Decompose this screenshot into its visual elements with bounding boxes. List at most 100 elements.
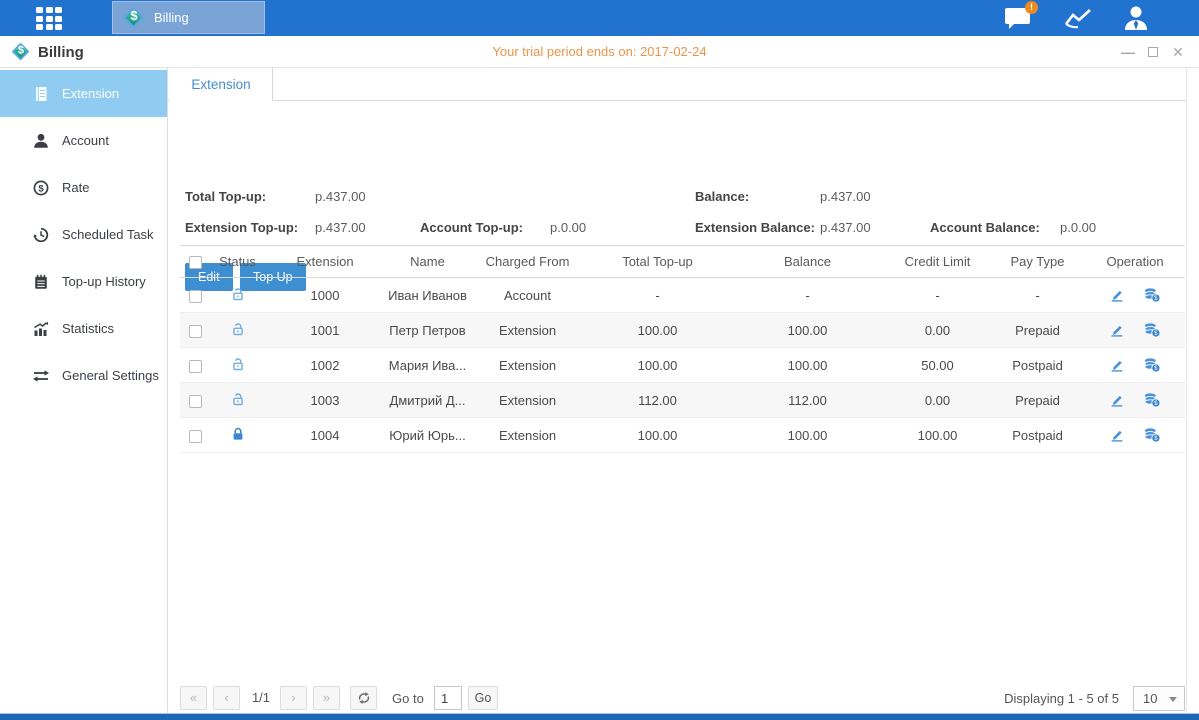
taskbar-tab-label: Billing xyxy=(154,10,189,25)
messages-icon[interactable]: ! xyxy=(1001,4,1035,32)
edit-pencil-icon[interactable] xyxy=(1109,392,1125,408)
transfer-arrows-icon xyxy=(32,367,50,385)
maximize-icon[interactable] xyxy=(1146,45,1160,59)
goto-page-input[interactable] xyxy=(434,686,462,710)
sidebar-item-account[interactable]: Account xyxy=(0,117,167,164)
col-pay-type: Pay Type xyxy=(990,246,1085,278)
sidebar-item-topup-history[interactable]: Top-up History xyxy=(0,258,167,305)
locked-icon[interactable] xyxy=(230,426,246,442)
notebook-icon xyxy=(32,273,50,291)
tab-bar: Extension xyxy=(168,68,1186,101)
svg-text:$: $ xyxy=(1154,330,1158,337)
svg-text:$: $ xyxy=(1154,435,1158,442)
row-checkbox[interactable] xyxy=(189,325,202,338)
total-topup-label: Total Top-up: xyxy=(185,189,266,204)
table-row: 1002 Мария Ива... Extension 100.00 100.0… xyxy=(180,348,1185,383)
goto-label: Go to xyxy=(392,691,424,706)
svg-text:$: $ xyxy=(38,183,44,194)
refresh-button[interactable] xyxy=(350,686,377,710)
sidebar-item-label: Extension xyxy=(62,86,119,101)
extension-balance-value: p.437.00 xyxy=(820,220,871,235)
user-account-icon[interactable] xyxy=(1119,4,1153,32)
user-icon xyxy=(32,132,50,150)
account-balance-label: Account Balance: xyxy=(930,220,1040,235)
taskbar-billing-tab[interactable]: $ Billing xyxy=(112,1,265,34)
sidebar-item-label: Account xyxy=(62,133,109,148)
col-credit-limit: Credit Limit xyxy=(885,246,990,278)
window-controls: — ✕ xyxy=(1121,36,1185,68)
edit-pencil-icon[interactable] xyxy=(1109,322,1125,338)
col-total-topup: Total Top-up xyxy=(585,246,730,278)
sidebar-item-label: Scheduled Task xyxy=(62,227,154,242)
row-checkbox[interactable] xyxy=(189,395,202,408)
balance-value: p.437.00 xyxy=(820,189,871,204)
unlocked-icon[interactable] xyxy=(230,391,246,407)
main-content: Extension Total Top-up: p.437.00 Balance… xyxy=(168,68,1199,713)
trial-notice: Your trial period ends on: 2017-02-24 xyxy=(0,44,1199,59)
unlocked-icon[interactable] xyxy=(230,286,246,302)
top-up-coins-icon[interactable]: $ xyxy=(1143,357,1161,373)
col-operation: Operation xyxy=(1085,246,1185,278)
edit-pencil-icon[interactable] xyxy=(1109,357,1125,373)
page-size-select[interactable]: 10 xyxy=(1133,686,1185,711)
edit-pencil-icon[interactable] xyxy=(1109,427,1125,443)
account-topup-value: p.0.00 xyxy=(550,220,586,235)
col-extension: Extension xyxy=(265,246,385,278)
table-row: 1000 Иван Иванов Account - - - - $ xyxy=(180,278,1185,313)
row-checkbox[interactable] xyxy=(189,360,202,373)
col-name: Name xyxy=(385,246,470,278)
clock-icon xyxy=(32,226,50,244)
prev-page-button[interactable]: ‹ xyxy=(213,686,240,710)
go-button[interactable]: Go xyxy=(468,686,498,710)
sidebar-item-general-settings[interactable]: General Settings xyxy=(0,352,167,399)
extension-topup-label: Extension Top-up: xyxy=(185,220,298,235)
tab-extension[interactable]: Extension xyxy=(170,68,273,101)
total-topup-value: p.437.00 xyxy=(315,189,366,204)
last-page-button[interactable]: » xyxy=(313,686,340,710)
extension-topup-value: p.437.00 xyxy=(315,220,366,235)
bar-chart-icon xyxy=(32,320,50,338)
table-row: 1004 Юрий Юрь... Extension 100.00 100.00… xyxy=(180,418,1185,453)
sidebar-item-extension[interactable]: Extension xyxy=(0,70,167,117)
svg-text:$: $ xyxy=(1154,295,1158,302)
chevron-down-icon xyxy=(1169,697,1177,702)
window-bottom-frame xyxy=(0,713,1199,720)
minimize-icon[interactable]: — xyxy=(1121,45,1135,59)
line-chart-icon[interactable] xyxy=(1061,4,1095,32)
table-row: 1003 Дмитрий Д... Extension 112.00 112.0… xyxy=(180,383,1185,418)
unlocked-icon[interactable] xyxy=(230,356,246,372)
top-up-coins-icon[interactable]: $ xyxy=(1143,427,1161,443)
table-header-row: Status Extension Name Charged From Total… xyxy=(180,246,1185,278)
sidebar-item-label: Rate xyxy=(62,180,89,195)
sidebar-item-statistics[interactable]: Statistics xyxy=(0,305,167,352)
close-icon[interactable]: ✕ xyxy=(1171,45,1185,59)
desktop-taskbar: $ Billing ! xyxy=(0,0,1199,36)
sidebar-item-label: General Settings xyxy=(62,368,159,383)
svg-text:$: $ xyxy=(1154,400,1158,407)
displaying-text: Displaying 1 - 5 of 5 xyxy=(1004,691,1119,706)
top-up-coins-icon[interactable]: $ xyxy=(1143,392,1161,408)
top-up-coins-icon[interactable]: $ xyxy=(1143,322,1161,338)
table-row: 1001 Петр Петров Extension 100.00 100.00… xyxy=(180,313,1185,348)
account-topup-label: Account Top-up: xyxy=(420,220,523,235)
row-checkbox[interactable] xyxy=(189,290,202,303)
row-checkbox[interactable] xyxy=(189,430,202,443)
sidebar-item-scheduled-task[interactable]: Scheduled Task xyxy=(0,211,167,258)
window-titlebar: $ Billing Your trial period ends on: 201… xyxy=(0,36,1199,68)
sidebar: Extension Account $ Rate Scheduled Task xyxy=(0,68,168,713)
select-all-checkbox[interactable] xyxy=(189,256,202,269)
top-up-coins-icon[interactable]: $ xyxy=(1143,287,1161,303)
col-charged-from: Charged From xyxy=(470,246,585,278)
page-indicator: 1/1 xyxy=(244,690,278,705)
refresh-icon xyxy=(357,691,371,705)
pagination-bar: « ‹ 1/1 › » Go to Go Displaying 1 - 5 of… xyxy=(180,686,1185,712)
page-size-value: 10 xyxy=(1143,691,1157,706)
first-page-button[interactable]: « xyxy=(180,686,207,710)
next-page-button[interactable]: › xyxy=(280,686,307,710)
unlocked-icon[interactable] xyxy=(230,321,246,337)
extension-balance-label: Extension Balance: xyxy=(695,220,815,235)
edit-pencil-icon[interactable] xyxy=(1109,287,1125,303)
apps-grid-icon[interactable] xyxy=(36,7,68,30)
billing-app-icon: $ xyxy=(123,7,145,29)
sidebar-item-rate[interactable]: $ Rate xyxy=(0,164,167,211)
